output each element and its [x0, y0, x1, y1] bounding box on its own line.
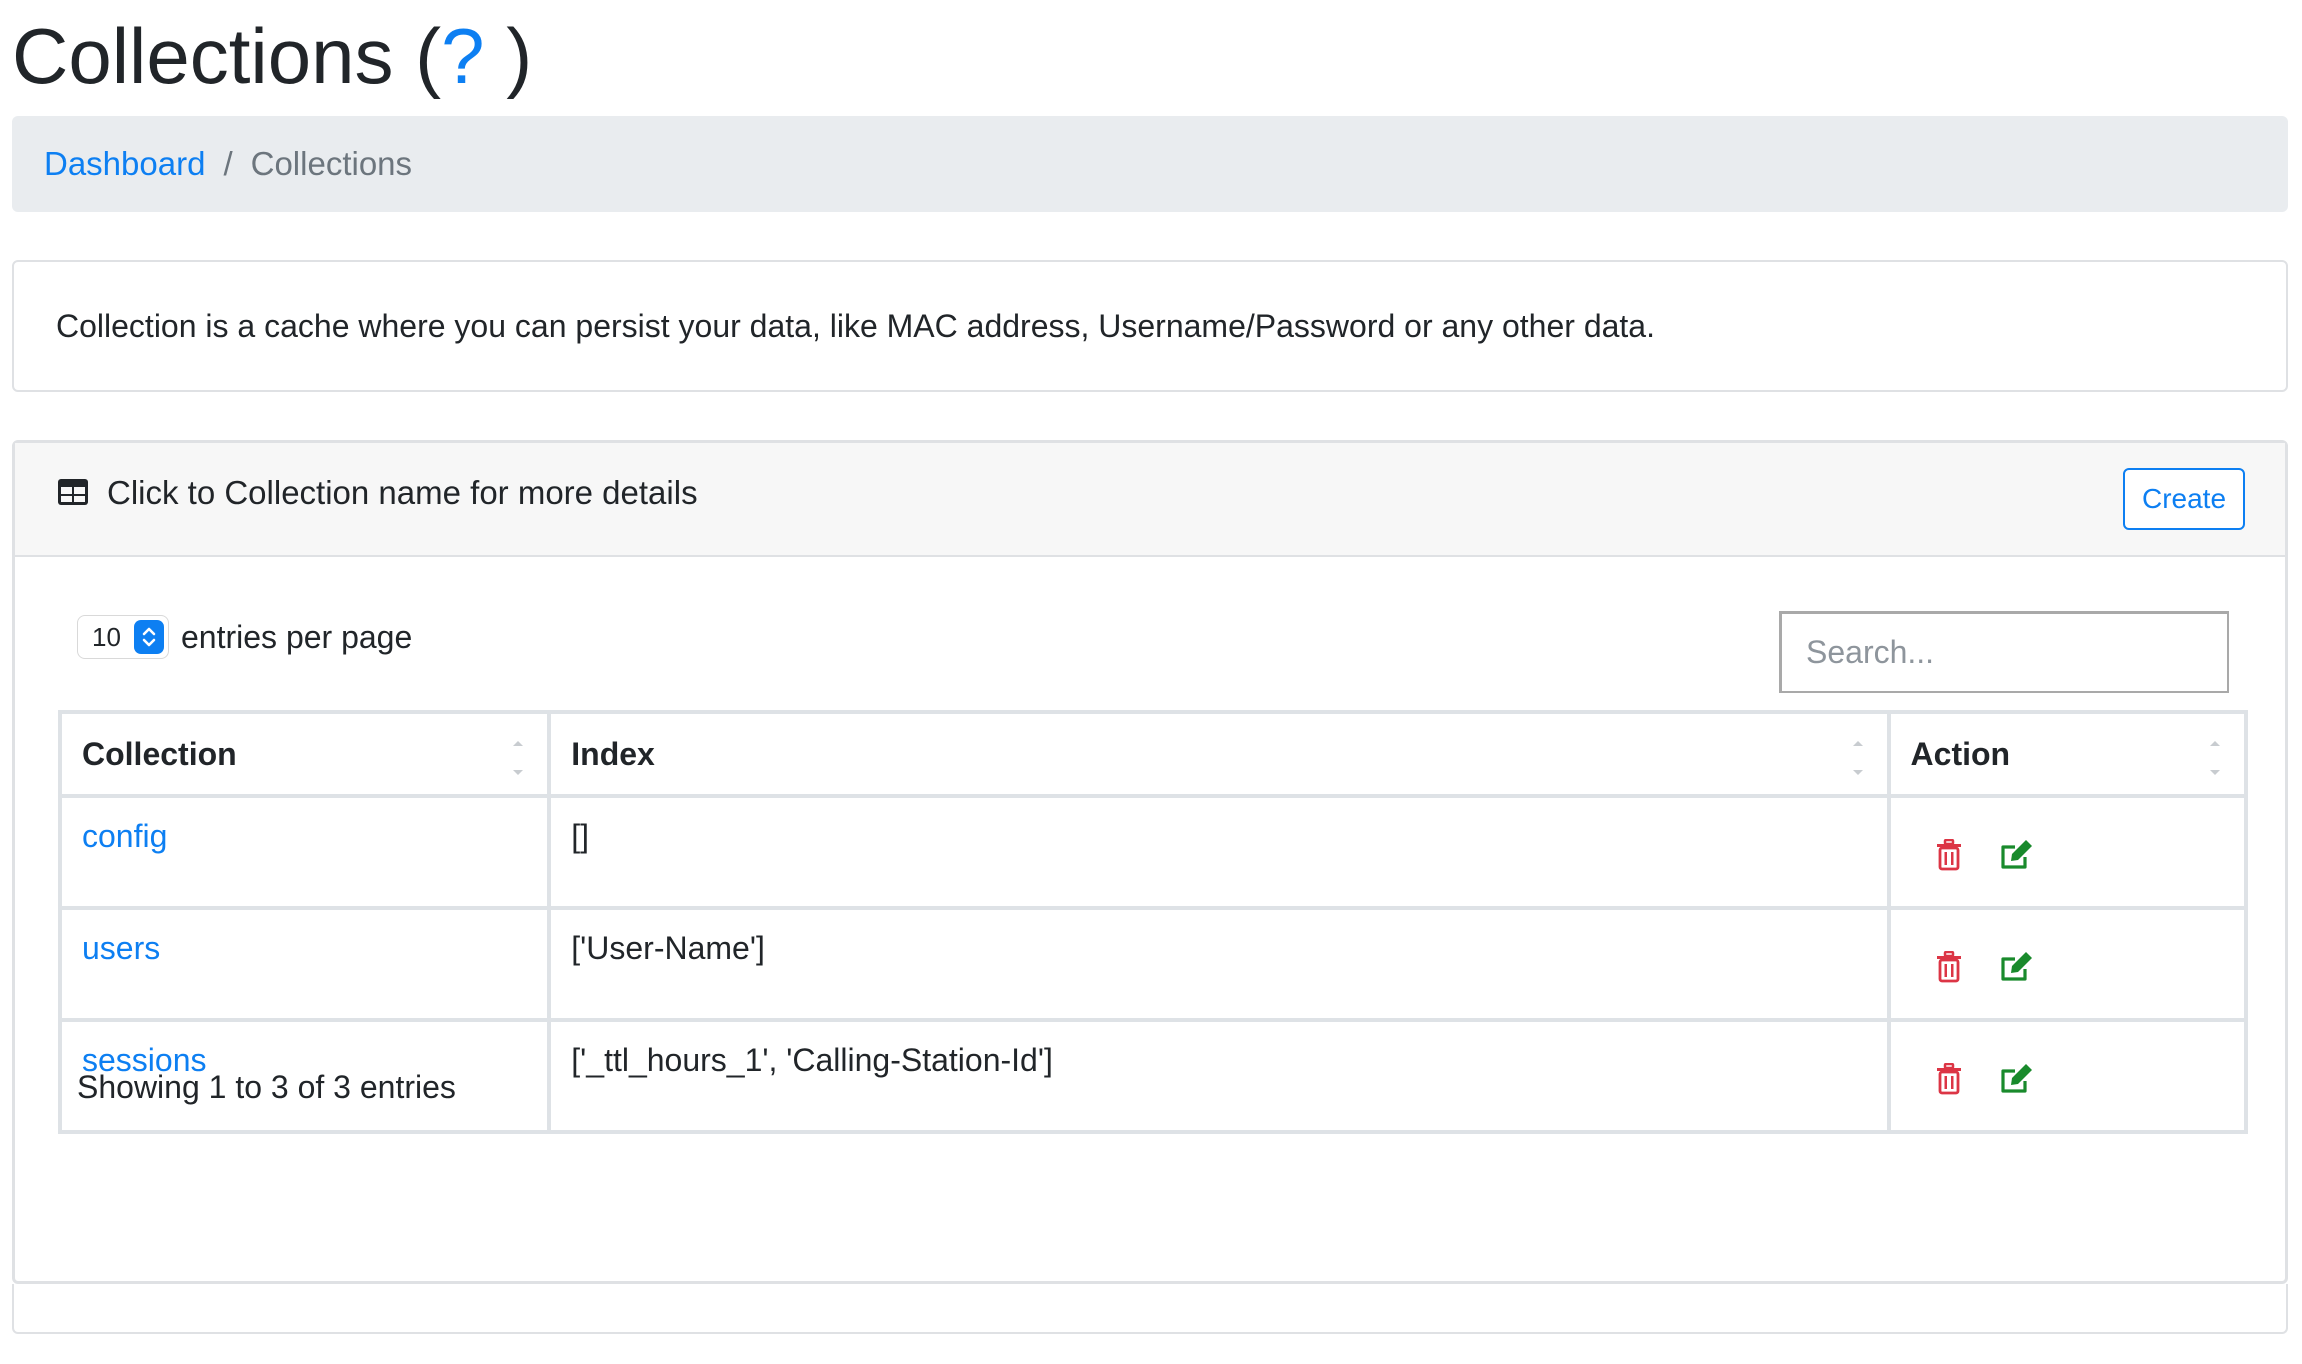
info-card: Collection is a cache where you can pers… — [12, 260, 2288, 392]
table-row: config [] — [57, 794, 2249, 910]
column-header-index[interactable]: Index — [547, 710, 1891, 798]
table-row: users ['User-Name'] — [57, 906, 2249, 1022]
edit-icon[interactable] — [1999, 951, 2035, 983]
index-cell: ['_ttl_hours_1', 'Calling-Station-Id'] — [547, 1018, 1891, 1134]
trash-icon[interactable] — [1935, 838, 1963, 871]
trash-icon[interactable] — [1935, 950, 1963, 983]
info-text: Collection is a cache where you can pers… — [56, 307, 1655, 344]
help-link[interactable]: ? — [441, 12, 484, 100]
chevron-up-down-icon — [134, 620, 164, 654]
entries-per-page-select[interactable]: 10 — [77, 615, 169, 659]
action-cell — [1886, 794, 2249, 910]
action-cell — [1886, 1018, 2249, 1134]
column-header-label: Collection — [82, 735, 237, 772]
action-cell — [1886, 906, 2249, 1022]
entries-per-page-label: entries per page — [181, 618, 413, 655]
sort-icon — [1852, 741, 1863, 775]
collection-link[interactable]: config — [82, 818, 167, 854]
index-cell: [] — [547, 794, 1891, 910]
column-header-label: Index — [571, 735, 655, 772]
breadcrumb-current: Collections — [250, 145, 413, 182]
edit-icon[interactable] — [1999, 839, 2035, 871]
breadcrumb-dashboard-link[interactable]: Dashboard — [44, 145, 205, 183]
table-header-row: Collection Index Action — [57, 710, 2249, 798]
collection-link[interactable]: users — [82, 930, 160, 966]
sort-icon — [2210, 741, 2220, 775]
table-icon — [58, 479, 88, 505]
card-footer-strip — [12, 1284, 2288, 1334]
entries-per-page-value: 10 — [92, 621, 121, 652]
card-header: Click to Collection name for more detail… — [15, 443, 2285, 557]
collection-cell: users — [57, 906, 552, 1022]
create-button[interactable]: Create — [2123, 468, 2245, 530]
column-header-collection[interactable]: Collection — [57, 710, 552, 798]
sort-icon — [513, 741, 524, 775]
page: Collections (? ) Dashboard / Collections… — [0, 0, 2302, 1364]
table-info: Showing 1 to 3 of 3 entries — [77, 1069, 456, 1105]
column-header-label: Action — [1910, 735, 2011, 772]
collection-cell: config — [57, 794, 552, 910]
page-title: Collections (? ) — [12, 8, 532, 104]
card-header-text: Click to Collection name for more detail… — [107, 474, 698, 511]
index-cell: ['User-Name'] — [547, 906, 1891, 1022]
page-title-end: ) — [484, 12, 533, 100]
page-title-text: Collections ( — [12, 12, 442, 100]
trash-icon[interactable] — [1935, 1062, 1963, 1095]
breadcrumb: Dashboard / Collections — [12, 116, 2288, 212]
collections-card: Click to Collection name for more detail… — [12, 440, 2288, 1284]
column-header-action[interactable]: Action — [1886, 710, 2249, 798]
breadcrumb-separator: / — [223, 145, 233, 182]
search-input[interactable] — [1779, 611, 2229, 693]
entries-per-page: 10 entries per page — [77, 615, 412, 659]
edit-icon[interactable] — [1999, 1063, 2035, 1095]
